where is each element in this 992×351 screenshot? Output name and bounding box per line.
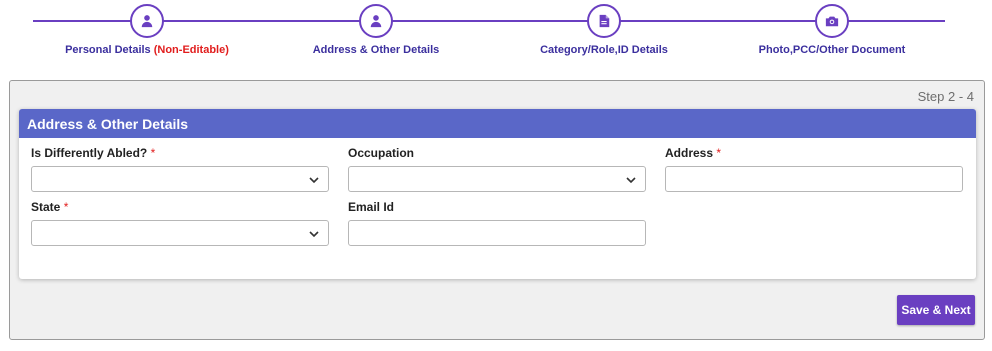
step-personal-details[interactable]: Personal Details (Non-Editable): [37, 4, 257, 56]
card-title: Address & Other Details: [19, 109, 976, 138]
form-panel: Step 2 - 4 Address & Other Details Is Di…: [9, 80, 985, 340]
address-details-card: Address & Other Details Is Differently A…: [19, 109, 976, 279]
step-label: Address & Other Details: [312, 44, 440, 56]
step-address-details[interactable]: Address & Other Details: [266, 4, 486, 56]
camera-icon: [815, 4, 849, 38]
required-mark: *: [716, 146, 722, 160]
user-icon: [359, 4, 393, 38]
step-note: (Non-Editable): [153, 44, 229, 56]
step-category-details[interactable]: Category/Role,ID Details: [494, 4, 714, 56]
step-label: Category/Role,ID Details: [540, 44, 668, 56]
step-label: Personal Details (Non-Editable): [65, 44, 229, 56]
step-label: Photo,PCC/Other Document: [758, 44, 906, 56]
state-select[interactable]: [31, 220, 329, 246]
required-mark: *: [150, 146, 156, 160]
chevron-down-icon: [625, 173, 637, 185]
chevron-down-icon: [308, 227, 320, 239]
differently-abled-select[interactable]: [31, 166, 329, 192]
step-photo-documents[interactable]: Photo,PCC/Other Document: [722, 4, 942, 56]
field-label: Email Id: [348, 200, 395, 214]
email-field: Email Id: [348, 200, 646, 246]
user-icon: [130, 4, 164, 38]
state-field: State *: [31, 200, 329, 246]
differently-abled-field: Is Differently Abled? *: [31, 146, 329, 192]
occupation-field: Occupation: [348, 146, 646, 192]
field-label: Address *: [665, 146, 722, 160]
email-input[interactable]: [348, 220, 646, 246]
address-input[interactable]: [665, 166, 963, 192]
field-label: Is Differently Abled? *: [31, 146, 156, 160]
required-mark: *: [63, 200, 69, 214]
save-next-button[interactable]: Save & Next: [897, 295, 975, 325]
step-indicator: Step 2 - 4: [917, 89, 974, 104]
address-field: Address *: [665, 146, 963, 192]
field-label: Occupation: [348, 146, 415, 160]
chevron-down-icon: [308, 173, 320, 185]
progress-stepper: Personal Details (Non-Editable) Address …: [0, 0, 992, 70]
occupation-select[interactable]: [348, 166, 646, 192]
field-label: State *: [31, 200, 69, 214]
document-icon: [587, 4, 621, 38]
